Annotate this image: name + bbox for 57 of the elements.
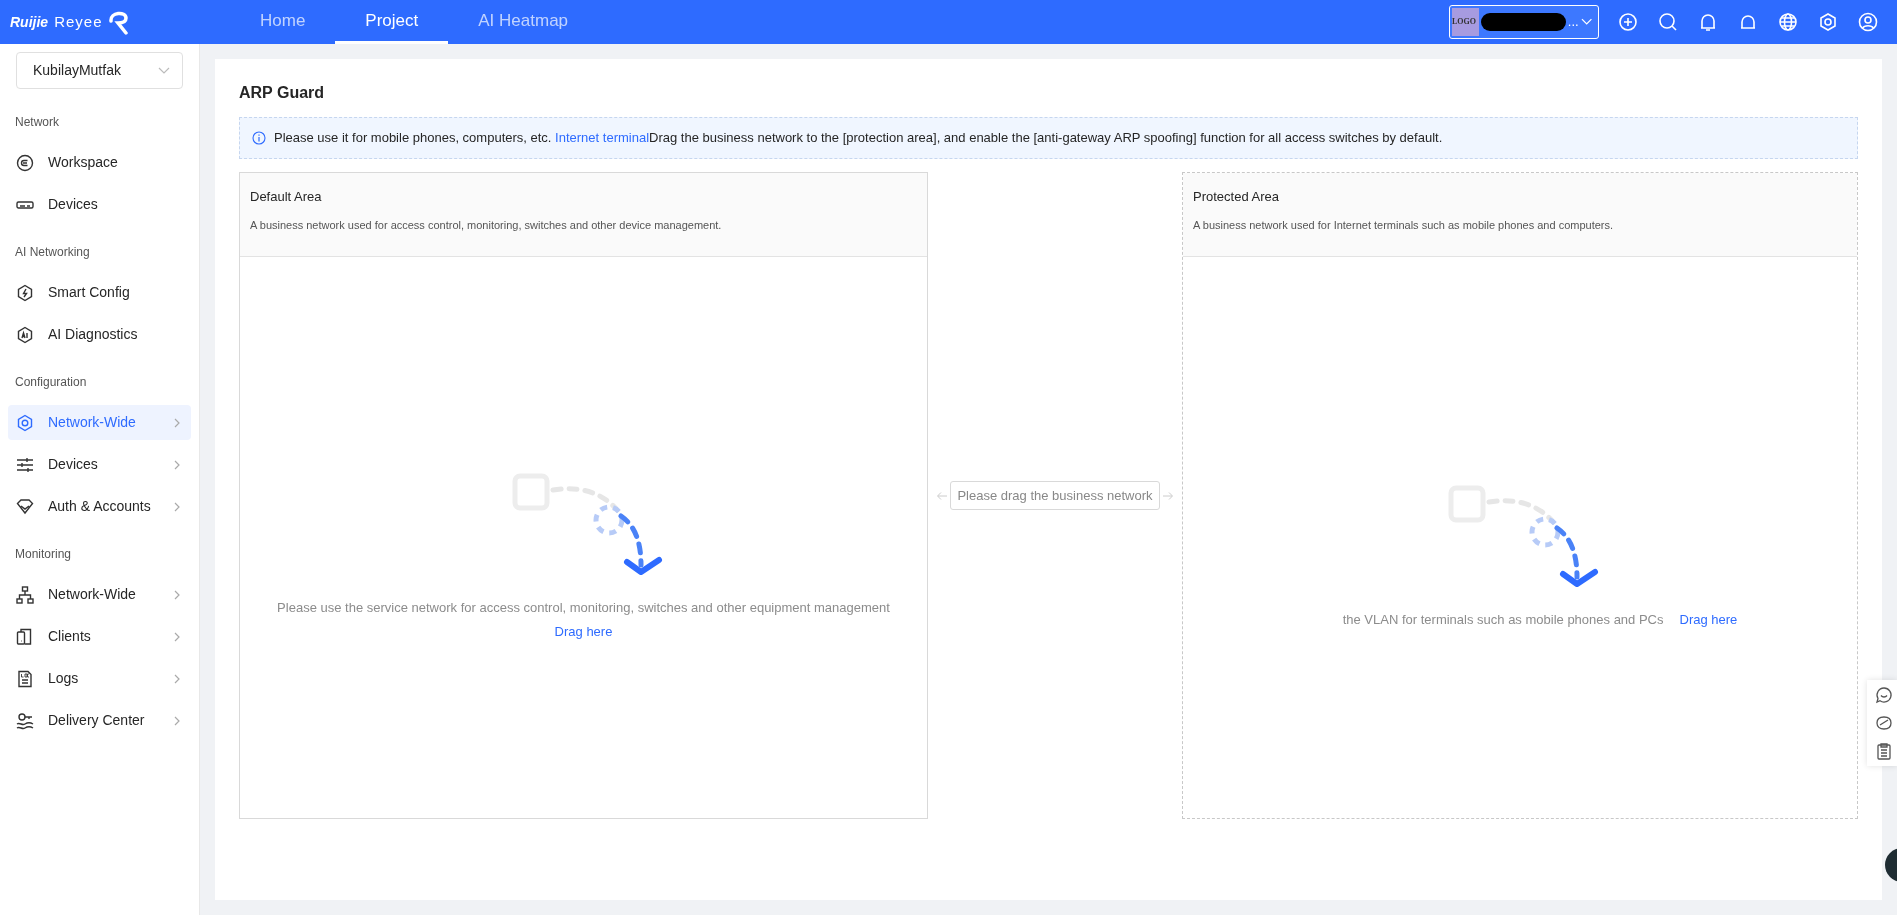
info-icon [252, 131, 266, 145]
sliders-icon [16, 455, 34, 474]
network-name: KubilayMutfak [33, 61, 121, 80]
sidebar-item[interactable]: Logs [8, 661, 191, 696]
info-text: Please use it for mobile phones, computers, etc. Internet terminalDrag the business network to the [protection area], and enable the [anti-gateway ARP spoofing] function for all access switches by default. [274, 129, 1443, 148]
delivery-icon [16, 711, 34, 730]
name-ellipsis: ... [1567, 13, 1579, 32]
sidebar-item[interactable]: Workspace [8, 145, 191, 180]
area-title: Protected Area [1193, 188, 1280, 206]
right-arrow-icon [1161, 490, 1174, 501]
section-label: AI Networking [14, 244, 91, 261]
section-label: Monitoring [14, 546, 73, 563]
brand-logo-text: Ruijie [10, 12, 49, 32]
user-icon[interactable] [1857, 11, 1879, 33]
caret-icon [158, 66, 170, 75]
sidebar-item[interactable]: Devices [8, 187, 191, 222]
lightning-icon [16, 283, 34, 302]
ai-icon [16, 325, 34, 344]
add-icon[interactable] [1617, 11, 1639, 33]
devices-icon [16, 627, 34, 646]
sidebar-item[interactable]: Delivery Center [8, 703, 191, 738]
sidebar-item[interactable]: Network-Wide [8, 577, 191, 612]
settings-icon[interactable] [1817, 11, 1839, 33]
topology-icon [16, 585, 34, 604]
diamond-icon [16, 497, 34, 516]
area-title: Default Area [250, 188, 323, 206]
network-select[interactable]: KubilayMutfak [16, 52, 183, 89]
internet-terminal-link[interactable]: Internet terminal [555, 130, 650, 146]
project-selector[interactable]: LOGO ... [1449, 5, 1599, 39]
sidebar-item[interactable]: Devices [8, 447, 191, 482]
clipboard-icon[interactable] [1875, 742, 1893, 760]
logo-icon [108, 9, 131, 35]
section-label: Network [14, 114, 60, 131]
drag-hint: Please drag the business network [950, 480, 1160, 511]
sidebar-item[interactable]: AI Diagnostics [8, 317, 191, 352]
empty-text: the VLAN for terminals such as mobile phones and PCs [1342, 610, 1664, 629]
chat-icon[interactable] [1875, 686, 1893, 704]
sidebar-item[interactable]: Clients [8, 619, 191, 654]
workspace-icon [16, 153, 34, 172]
caret-icon [1580, 18, 1592, 26]
globe-icon[interactable] [1777, 11, 1799, 33]
area-description: A business network used for access control, monitoring, switches and other device management. [250, 217, 723, 233]
log-icon [16, 669, 34, 688]
empty-text: Please use the service network for access control, monitoring, switches and other equipment management [277, 599, 890, 617]
project-logo: LOGO [1452, 8, 1479, 36]
left-arrow-icon [936, 490, 949, 501]
product-logo-text: Reyee [54, 11, 103, 32]
area-description: A business network used for Internet terminals such as mobile phones and computers. [1193, 217, 1615, 233]
drag-here-link[interactable]: Drag here [554, 621, 613, 641]
page-title: ARP Guard [239, 83, 326, 103]
sidebar-item[interactable]: Auth & Accounts [8, 489, 191, 524]
settings-icon [16, 413, 34, 432]
section-label: Configuration [14, 374, 88, 391]
drag-here-link[interactable]: Drag here [1679, 609, 1738, 630]
sidebar-item[interactable]: Network-Wide [8, 405, 191, 440]
sidebar-item[interactable]: Smart Config [8, 275, 191, 310]
search-icon[interactable] [1657, 11, 1679, 33]
